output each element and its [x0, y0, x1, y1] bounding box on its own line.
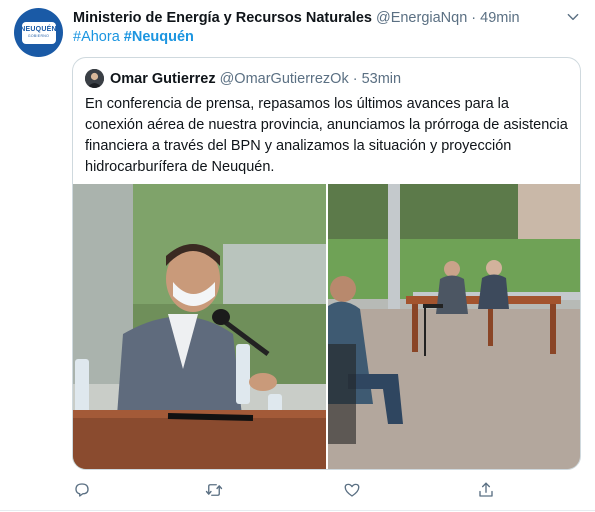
tweet-timestamp[interactable]: 49min [480, 10, 520, 26]
more-options-button[interactable] [562, 6, 584, 28]
like-icon [344, 483, 360, 497]
tweet-actions [0, 476, 595, 504]
neuquen-logo: NEUQUÉN GOBIERNO [20, 21, 57, 44]
reply-button[interactable] [68, 476, 96, 504]
reply-icon [75, 483, 89, 497]
quoted-author-name[interactable]: Omar Gutierrez [110, 71, 216, 87]
tweet-hashtags: #Ahora #Neuquén [73, 29, 194, 45]
share-button[interactable] [472, 476, 500, 504]
separator-dot: · [471, 10, 477, 26]
tweet-header: Ministerio de Energía y Recursos Natural… [73, 8, 553, 28]
photo-press-conference-wide[interactable] [328, 184, 580, 469]
logo-subtext: GOBIERNO [27, 34, 50, 38]
divider [0, 510, 595, 511]
quoted-timestamp[interactable]: 53min [362, 71, 402, 87]
share-icon [479, 482, 493, 497]
hashtag-ahora[interactable]: #Ahora [73, 29, 120, 45]
author-handle[interactable]: @EnergiaNqn [376, 10, 467, 26]
author-avatar[interactable]: NEUQUÉN GOBIERNO [14, 8, 63, 57]
separator-dot: · [352, 71, 358, 87]
photo-press-conference-closeup[interactable] [73, 184, 326, 469]
chevron-down-icon [567, 13, 579, 21]
quoted-tweet-text: En conferencia de prensa, repasamos los … [85, 96, 568, 175]
logo-text: NEUQUÉN [20, 26, 57, 33]
quoted-author-handle[interactable]: @OmarGutierrezOk [220, 71, 349, 87]
retweet-icon [205, 484, 223, 496]
tweet[interactable]: NEUQUÉN GOBIERNO Ministerio de Energía y… [0, 0, 595, 512]
hashtag-neuquen[interactable]: #Neuquén [124, 29, 194, 45]
retweet-button[interactable] [200, 476, 228, 504]
quoted-tweet-header: Omar Gutierrez @OmarGutierrezOk · 53min [110, 69, 401, 89]
quoted-author-avatar[interactable] [85, 69, 104, 88]
author-name[interactable]: Ministerio de Energía y Recursos Natural… [73, 10, 372, 26]
quoted-tweet[interactable]: Omar Gutierrez @OmarGutierrezOk · 53min … [72, 57, 581, 470]
like-button[interactable] [338, 476, 366, 504]
